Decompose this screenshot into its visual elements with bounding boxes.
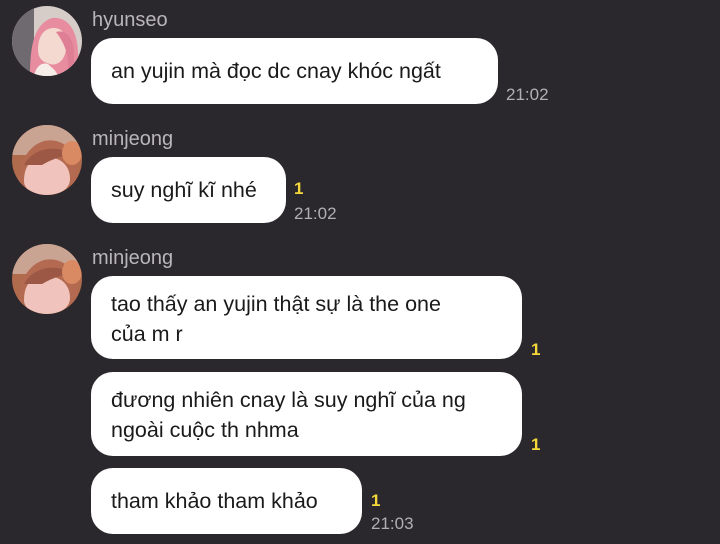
avatar-photo-icon[interactable]: [12, 125, 82, 195]
message-text-line: của m r: [111, 322, 183, 346]
unread-count-badge: 1: [371, 491, 381, 510]
message-timestamp: 21:02: [506, 85, 549, 104]
message-bubble[interactable]: tham khảo tham khảo: [91, 468, 362, 534]
message-bubble[interactable]: đương nhiên cnay là suy nghĩ của ng ngoà…: [91, 372, 522, 456]
avatar-photo-pink-hair-icon[interactable]: [12, 6, 82, 76]
sender-name: minjeong: [92, 128, 174, 150]
chat-window: hyunseo an yujin mà đọc dc cnay khóc ngấ…: [0, 0, 720, 544]
sender-name: minjeong: [92, 247, 174, 269]
sender-name: hyunseo: [92, 9, 168, 31]
message-bubble[interactable]: tao thấy an yujin thật sự là the one của…: [91, 276, 522, 359]
message-timestamp: 21:03: [371, 514, 414, 533]
message-text-line: đương nhiên cnay là suy nghĩ của ng: [111, 388, 466, 412]
message-text-line: tao thấy an yujin thật sự là the one: [111, 292, 441, 316]
message-bubble[interactable]: suy nghĩ kĩ nhé: [91, 157, 286, 223]
message-text: tham khảo tham khảo: [111, 489, 318, 513]
message-text-line: ngoài cuộc th nhma: [111, 418, 299, 442]
avatar-photo-icon[interactable]: [12, 244, 82, 314]
message-text: suy nghĩ kĩ nhé: [111, 178, 257, 202]
message-timestamp: 21:02: [294, 204, 337, 223]
message-bubble[interactable]: an yujin mà đọc dc cnay khóc ngất: [91, 38, 498, 104]
unread-count-badge: 1: [531, 435, 541, 454]
message-text: an yujin mà đọc dc cnay khóc ngất: [111, 59, 441, 83]
unread-count-badge: 1: [531, 340, 541, 359]
unread-count-badge: 1: [294, 179, 304, 198]
